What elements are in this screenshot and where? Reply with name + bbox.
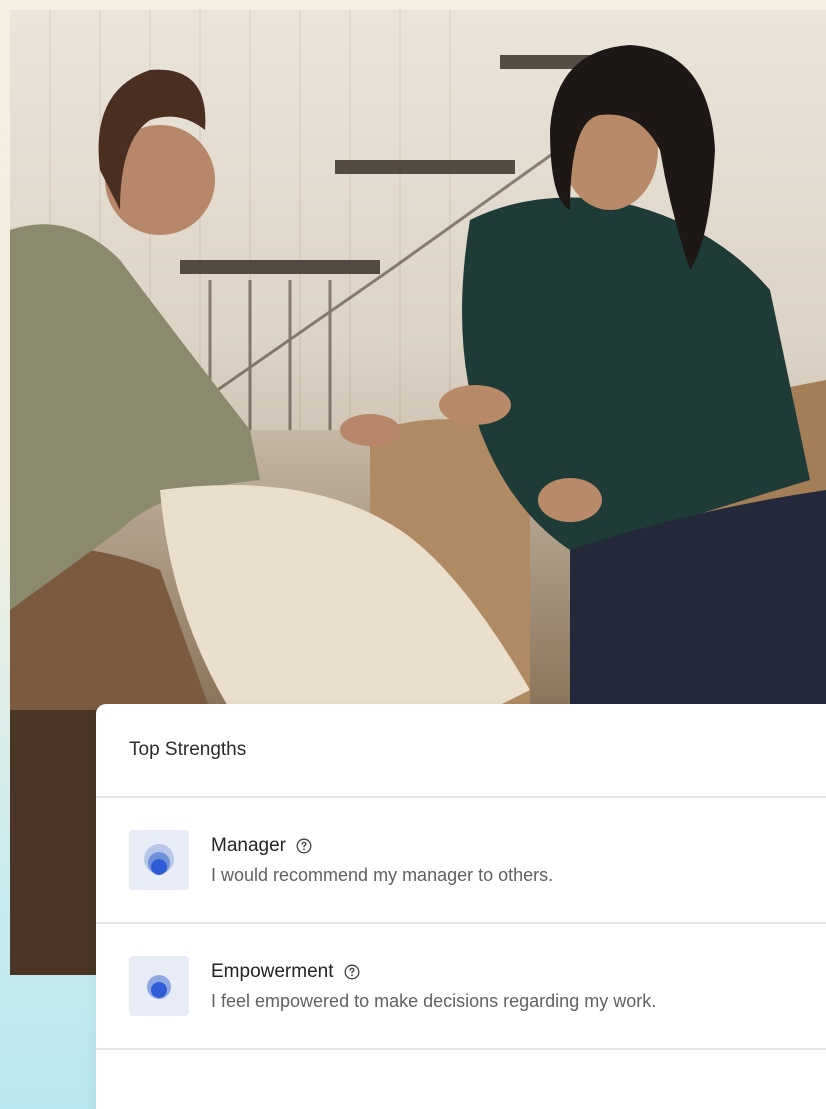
strength-description: I feel empowered to make decisions regar… [211, 990, 657, 1011]
help-icon[interactable] [344, 964, 360, 980]
card-title: Top Strengths [129, 739, 247, 760]
strength-name: Empowerment [211, 960, 334, 982]
strength-level-icon [129, 830, 189, 890]
top-strengths-card: Top Strengths Manager I would recommend … [96, 704, 826, 1109]
strength-description: I would recommend my manager to others. [211, 864, 554, 885]
strength-row-manager: Manager I would recommend my manager to … [96, 798, 826, 924]
strength-row-empowerment: Empowerment I feel empowered to make dec… [96, 924, 826, 1050]
help-icon[interactable] [296, 838, 312, 854]
strength-name: Manager [211, 834, 286, 856]
card-header: Top Strengths [96, 704, 826, 798]
strength-level-icon [129, 956, 189, 1016]
